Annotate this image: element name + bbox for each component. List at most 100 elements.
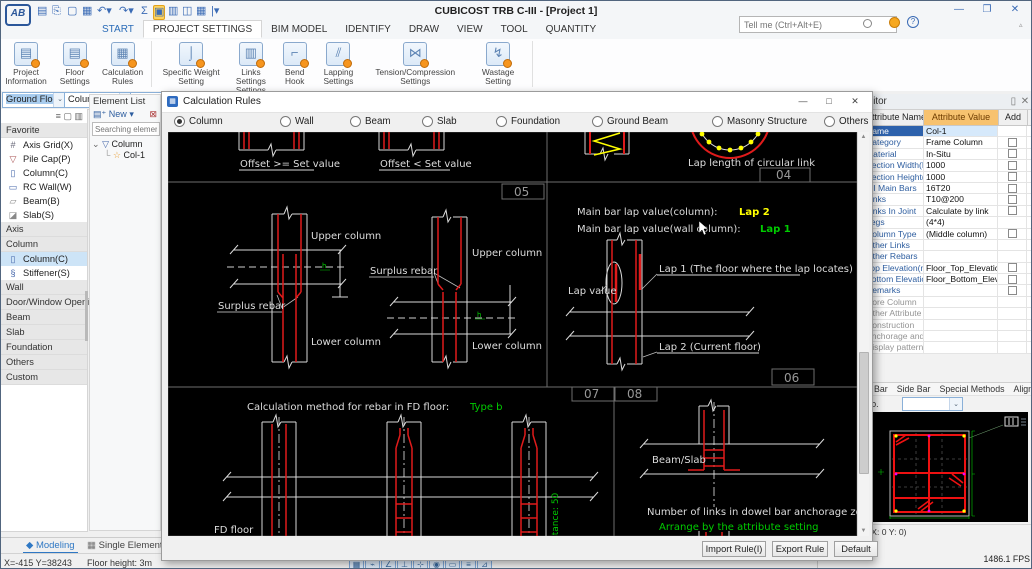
add-checkbox[interactable] <box>1008 195 1017 204</box>
add-checkbox[interactable] <box>1008 161 1017 170</box>
tree-expander-icon[interactable]: ⌄ <box>92 139 100 149</box>
bend-hook-button[interactable]: ⌐ Bend Hook <box>277 39 313 86</box>
search-icon[interactable] <box>863 19 872 28</box>
tab-modeling[interactable]: ◆ Modeling <box>23 540 78 554</box>
dialog-maximize-icon[interactable]: □ <box>818 96 840 106</box>
floor-settings-button[interactable]: ▤ Floor Settings <box>54 39 96 86</box>
tab-bim-model[interactable]: BIM MODEL <box>262 21 336 37</box>
tab-tool[interactable]: TOOL <box>492 21 537 37</box>
canvas-scrollbar[interactable]: ▲ ▼ <box>857 132 869 536</box>
minimize-icon[interactable]: — <box>949 4 969 15</box>
add-checkbox[interactable] <box>1008 263 1017 272</box>
detail-view-icon[interactable]: ▥ <box>74 111 83 121</box>
tell-me-input[interactable] <box>739 16 897 33</box>
toolbar-special-methods[interactable]: Special Methods <box>939 384 1004 394</box>
tab-identify[interactable]: IDENTIFY <box>336 21 400 37</box>
sidebar-item-column[interactable]: ▯Column(C) <box>1 166 87 180</box>
sidebar-section-door-window[interactable]: Door/Window Opening <box>1 295 87 310</box>
element-search-input[interactable] <box>92 122 160 136</box>
dialog-close-icon[interactable]: ✕ <box>844 96 866 107</box>
specific-weight-setting-button[interactable]: ⌡ Specific Weight Setting <box>157 39 225 86</box>
calculation-rules-button[interactable]: ▦ Calculation Rules <box>99 39 147 86</box>
sidebar-item-axis-grid[interactable]: #Axis Grid(X) <box>1 138 87 152</box>
sidebar-item-slab[interactable]: ◪Slab(S) <box>1 208 87 222</box>
tension-compression-settings-button[interactable]: ⋈ Tension/Compression Settings <box>364 39 466 86</box>
default-button[interactable]: Default <box>834 541 878 557</box>
sidebar-item-column-c[interactable]: ▯Column(C) <box>1 252 87 266</box>
sidebar-section-slab[interactable]: Slab <box>1 325 87 340</box>
calculation-diagram-canvas[interactable]: 04 05 06 07 08 <box>168 132 857 536</box>
dialog-minimize-icon[interactable]: — <box>792 96 814 106</box>
restore-icon[interactable]: ❐ <box>977 4 997 15</box>
add-checkbox[interactable] <box>1008 286 1017 295</box>
floor-select[interactable]: Ground Floor ⌄ <box>2 92 67 108</box>
bar-info-select[interactable]: ⌄ <box>902 397 963 411</box>
sidebar-section-beam[interactable]: Beam <box>1 310 87 325</box>
close-panel-icon[interactable]: ✕ <box>1021 94 1029 109</box>
add-checkbox[interactable] <box>1008 138 1017 147</box>
radio-wall[interactable]: Wall <box>280 116 314 127</box>
radio-column[interactable]: Column <box>174 116 223 127</box>
collapse-ribbon-icon[interactable]: ▵ <box>1019 21 1023 29</box>
sidebar-section-favorite[interactable]: Favorite <box>1 123 87 138</box>
add-checkbox[interactable] <box>1008 149 1017 158</box>
scroll-up-icon[interactable]: ▲ <box>858 132 869 142</box>
sidebar-item-pile-cap[interactable]: ▽Pile Cap(P) <box>1 152 87 166</box>
project-information-button[interactable]: ▤ Project Information <box>1 39 51 86</box>
icon-view-icon[interactable]: ▢ <box>63 111 72 121</box>
tab-start[interactable]: START <box>93 21 143 37</box>
add-checkbox[interactable] <box>1008 172 1017 181</box>
new-element-icon[interactable]: ▤⁺ <box>93 109 106 119</box>
radio-ground-beam[interactable]: Ground Beam <box>592 116 668 127</box>
scrollbar-thumb[interactable] <box>859 352 869 474</box>
main-bar-wall-label: Main bar lap value(wall column): <box>577 224 741 235</box>
delete-element-icon[interactable]: ⊠ <box>149 108 157 121</box>
chevron-down-icon[interactable]: ⌄ <box>949 398 962 410</box>
sidebar-section-others[interactable]: Others <box>1 355 87 370</box>
favorite-star-icon[interactable]: ☆ <box>113 150 121 160</box>
new-element-button[interactable]: New <box>109 109 127 119</box>
dialog-title-bar[interactable]: ▦ Calculation Rules — □ ✕ <box>162 92 872 113</box>
add-checkbox[interactable] <box>1008 275 1017 284</box>
radio-foundation[interactable]: Foundation <box>496 116 560 127</box>
scroll-down-icon[interactable]: ▼ <box>858 526 869 536</box>
links-settings-button[interactable]: ▥ Links Settings Settings <box>228 39 274 94</box>
toolbar-bar[interactable]: Bar <box>874 384 888 394</box>
sidebar-scrollbar-thumb[interactable] <box>85 291 88 341</box>
import-rule-button[interactable]: Import Rule(I) <box>702 541 766 557</box>
radio-others[interactable]: Others <box>824 116 868 127</box>
tree-root[interactable]: Column <box>112 139 143 149</box>
sidebar-section-custom[interactable]: Custom <box>1 370 87 385</box>
chevron-down-icon[interactable]: ▾ <box>129 109 134 119</box>
sidebar-section-column[interactable]: Column <box>1 237 87 252</box>
title-bar: AB ▤ ⎘ ▢ ▦ ↶▾ ↷▾ Σ ▣ ▥ ◫ ▦ |▾ CUBICOST T… <box>1 1 1031 40</box>
lapping-settings-button[interactable]: ⫽ Lapping Settings <box>315 39 361 86</box>
tab-draw[interactable]: DRAW <box>400 21 448 37</box>
radio-masonry-structure[interactable]: Masonry Structure <box>712 116 807 127</box>
add-checkbox[interactable] <box>1008 206 1017 215</box>
pin-icon[interactable]: ▯ <box>1011 94 1016 109</box>
sidebar-item-stiffener[interactable]: §Stiffener(S) <box>1 266 87 280</box>
toolbar-side-bar[interactable]: Side Bar <box>897 384 931 394</box>
sidebar-section-wall[interactable]: Wall <box>1 280 87 295</box>
wastage-setting-button[interactable]: ↯ Wastage Setting <box>469 39 527 86</box>
radio-slab[interactable]: Slab <box>422 116 457 127</box>
add-checkbox[interactable] <box>1008 184 1017 193</box>
tips-lamp-icon[interactable] <box>889 17 900 28</box>
tab-single-element[interactable]: ▦ Single Element <box>87 540 163 551</box>
list-view-icon[interactable]: ≡ <box>56 111 61 121</box>
add-checkbox[interactable] <box>1008 229 1017 238</box>
tree-item[interactable]: Col-1 <box>124 150 146 160</box>
radio-beam[interactable]: Beam <box>350 116 391 127</box>
tab-project-settings[interactable]: PROJECT SETTINGS <box>143 20 262 38</box>
help-icon[interactable]: ? <box>907 16 919 28</box>
sidebar-item-beam[interactable]: ▱Beam(B) <box>1 194 87 208</box>
tab-quantity[interactable]: QUANTITY <box>537 21 606 37</box>
tab-view[interactable]: VIEW <box>448 21 492 37</box>
sidebar-section-axis[interactable]: Axis <box>1 222 87 237</box>
sidebar-item-rc-wall[interactable]: ▭RC Wall(W) <box>1 180 87 194</box>
sidebar-section-foundation[interactable]: Foundation <box>1 340 87 355</box>
toolbar-align[interactable]: Align <box>1014 384 1032 394</box>
export-rule-button[interactable]: Export Rule <box>772 541 828 557</box>
close-icon[interactable]: ✕ <box>1005 4 1025 15</box>
